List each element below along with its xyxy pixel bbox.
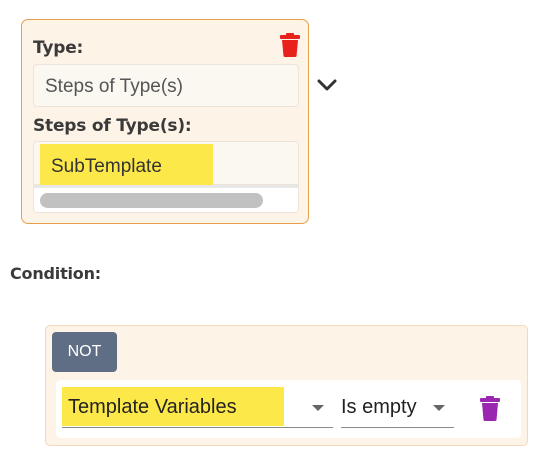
field-select[interactable]: Template Variables [62,387,333,428]
steps-of-types-label: Steps of Type(s): [33,116,192,136]
type-select-value: Steps of Type(s) [45,76,183,97]
condition-label: Condition: [10,264,101,283]
condition-card: NOT Template Variables Is empty [45,325,528,446]
horizontal-scrollbar[interactable] [33,185,299,213]
type-card: Type: Steps of Type(s) Steps of Type(s):… [21,19,309,224]
not-button[interactable]: NOT [52,332,117,372]
trash-icon[interactable] [480,396,500,421]
steps-of-types-field[interactable]: SubTemplate [33,141,299,186]
selected-type-chip-label: SubTemplate [51,156,162,177]
type-select[interactable]: Steps of Type(s) [33,64,299,107]
scrollbar-thumb[interactable] [40,193,263,208]
caret-down-icon [433,405,445,411]
chevron-down-icon[interactable] [316,74,338,96]
type-label: Type: [33,38,84,58]
operator-select[interactable]: Is empty [341,387,454,428]
selected-type-chip[interactable]: SubTemplate [40,144,213,186]
field-select-value: Template Variables [68,396,237,418]
trash-icon[interactable] [280,33,300,57]
condition-rule-row: Template Variables Is empty [56,380,521,438]
caret-down-icon [312,405,324,411]
operator-select-value: Is empty [341,396,417,418]
